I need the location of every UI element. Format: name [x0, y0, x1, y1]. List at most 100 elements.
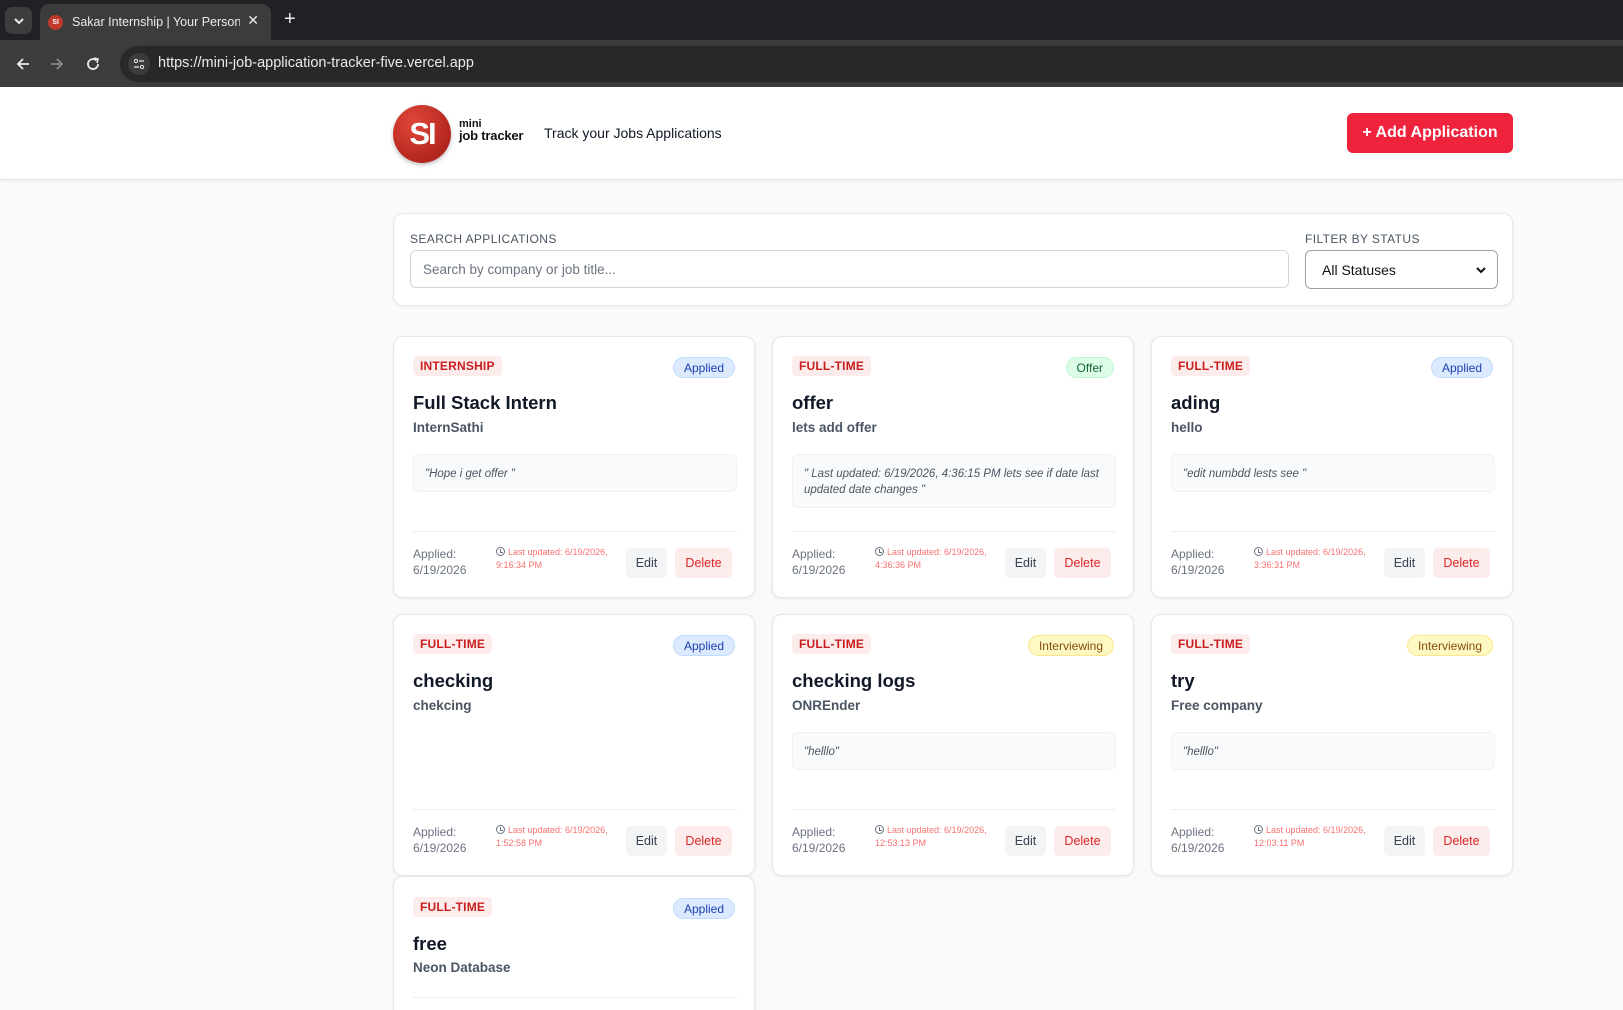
last-updated-text: Last updated: 6/19/2026, 9:16:34 PM [496, 547, 608, 570]
applied-value: 6/19/2026 [792, 841, 846, 855]
brand-wordmark: mini job tracker [459, 119, 524, 143]
status-filter-value: All Statuses [1322, 261, 1396, 278]
favicon-icon: SI [48, 14, 63, 30]
clock-icon [496, 547, 505, 556]
applied-label: Applied: [792, 825, 836, 839]
application-card: FULL-TIME Applied free Neon Database [393, 876, 755, 1010]
applied-value: 6/19/2026 [792, 563, 846, 577]
search-input[interactable] [410, 250, 1289, 288]
last-updated: Last updated: 6/19/2026, 9:16:34 PM [496, 546, 614, 572]
last-updated-text: Last updated: 6/19/2026, 12:03:11 PM [1254, 825, 1366, 848]
divider [413, 531, 737, 532]
application-card: FULL-TIME Interviewing try Free company … [1151, 614, 1513, 876]
notes-box: "helllo" [792, 732, 1116, 770]
back-arrow-icon[interactable] [12, 53, 34, 75]
status-badge: Offer [1065, 357, 1114, 378]
clock-icon [875, 547, 884, 556]
browser-tab-strip: SI Sakar Internship | Your Personal ✕ + [0, 0, 1623, 40]
divider [792, 809, 1116, 810]
filter-panel: SEARCH APPLICATIONS FILTER BY STATUS All… [393, 213, 1513, 306]
edit-button[interactable]: Edit [1005, 548, 1046, 578]
applied-date: Applied: 6/19/2026 [792, 546, 845, 578]
browser-tab-active[interactable]: SI Sakar Internship | Your Personal ✕ [40, 4, 271, 40]
site-settings-icon[interactable] [128, 53, 150, 75]
notes-box: " Last updated: 6/19/2026, 4:36:15 PM le… [792, 454, 1116, 508]
application-card: FULL-TIME Applied ading hello "edit numb… [1151, 336, 1513, 598]
applied-date: Applied: 6/19/2026 [1171, 546, 1224, 578]
applied-date: Applied: 6/19/2026 [413, 546, 466, 578]
chevron-down-icon [13, 17, 24, 24]
edit-button[interactable]: Edit [1384, 548, 1425, 578]
company-name: hello [1171, 420, 1203, 435]
applied-value: 6/19/2026 [1171, 841, 1225, 855]
divider [1171, 531, 1495, 532]
status-filter-select[interactable]: All Statuses [1305, 250, 1498, 289]
divider [1171, 809, 1495, 810]
delete-button[interactable]: Delete [1054, 826, 1111, 856]
notes-box: "edit numbdd lests see " [1171, 454, 1495, 492]
job-type-badge: FULL-TIME [413, 897, 493, 917]
company-name: lets add offer [792, 420, 877, 435]
applied-date: Applied: 6/19/2026 [413, 824, 466, 856]
applied-value: 6/19/2026 [413, 563, 467, 577]
forward-arrow-icon[interactable] [46, 53, 68, 75]
last-updated-text: Last updated: 6/19/2026, 4:36:36 PM [875, 547, 987, 570]
delete-button[interactable]: Delete [675, 826, 732, 856]
edit-button[interactable]: Edit [626, 548, 667, 578]
status-badge: Interviewing [1027, 635, 1114, 656]
last-updated: Last updated: 6/19/2026, 12:03:11 PM [1254, 824, 1372, 850]
job-title: checking logs [792, 670, 916, 691]
delete-button[interactable]: Delete [1433, 548, 1490, 578]
last-updated-text: Last updated: 6/19/2026, 1:52:58 PM [496, 825, 608, 848]
application-card: INTERNSHIP Applied Full Stack Intern Int… [393, 336, 755, 598]
applied-label: Applied: [413, 825, 457, 839]
delete-button[interactable]: Delete [1054, 548, 1111, 578]
tab-title: Sakar Internship | Your Personal [72, 15, 240, 29]
tab-search-button[interactable] [5, 7, 32, 34]
job-type-badge: INTERNSHIP [413, 356, 502, 376]
new-tab-icon[interactable]: + [284, 8, 296, 30]
job-title: Full Stack Intern [413, 392, 557, 413]
applied-label: Applied: [1171, 825, 1215, 839]
applied-date: Applied: 6/19/2026 [792, 824, 845, 856]
status-badge: Applied [672, 357, 735, 378]
last-updated: Last updated: 6/19/2026, 3:36:31 PM [1254, 546, 1372, 572]
edit-button[interactable]: Edit [1005, 826, 1046, 856]
delete-button[interactable]: Delete [675, 548, 732, 578]
company-name: Neon Database [413, 960, 511, 975]
logo: SI [393, 105, 451, 163]
application-card: FULL-TIME Offer offer lets add offer " L… [772, 336, 1134, 598]
last-updated-text: Last updated: 6/19/2026, 12:53:13 PM [875, 825, 987, 848]
notes-box: "Hope i get offer " [413, 454, 737, 492]
close-tab-icon[interactable]: ✕ [247, 12, 259, 29]
job-title: ading [1171, 392, 1221, 413]
status-badge: Applied [1430, 357, 1493, 378]
divider [792, 531, 1116, 532]
add-application-button[interactable]: + Add Application [1347, 113, 1513, 153]
app-header: SI mini job tracker Track your Jobs Appl… [0, 87, 1623, 180]
company-name: chekcing [413, 698, 472, 713]
last-updated-text: Last updated: 6/19/2026, 3:36:31 PM [1254, 547, 1366, 570]
status-badge: Interviewing [1406, 635, 1493, 656]
search-label: SEARCH APPLICATIONS [410, 232, 557, 246]
job-type-badge: FULL-TIME [792, 634, 872, 654]
delete-button[interactable]: Delete [1433, 826, 1490, 856]
address-bar[interactable]: https://mini-job-application-tracker-fiv… [120, 46, 1623, 82]
clock-icon [1254, 825, 1263, 834]
reload-icon[interactable] [82, 53, 104, 75]
clock-icon [496, 825, 505, 834]
chevron-down-icon [1476, 267, 1486, 274]
applied-label: Applied: [1171, 547, 1215, 561]
edit-button[interactable]: Edit [626, 826, 667, 856]
applied-label: Applied: [413, 547, 457, 561]
brand-line-2: job tracker [459, 128, 524, 143]
status-badge: Applied [672, 898, 735, 919]
tagline: Track your Jobs Applications [544, 125, 722, 141]
edit-button[interactable]: Edit [1384, 826, 1425, 856]
applied-label: Applied: [792, 547, 836, 561]
company-name: InternSathi [413, 420, 484, 435]
divider [413, 997, 737, 998]
applied-value: 6/19/2026 [1171, 563, 1225, 577]
url-text: https://mini-job-application-tracker-fiv… [158, 55, 474, 71]
browser-toolbar: https://mini-job-application-tracker-fiv… [0, 40, 1623, 87]
